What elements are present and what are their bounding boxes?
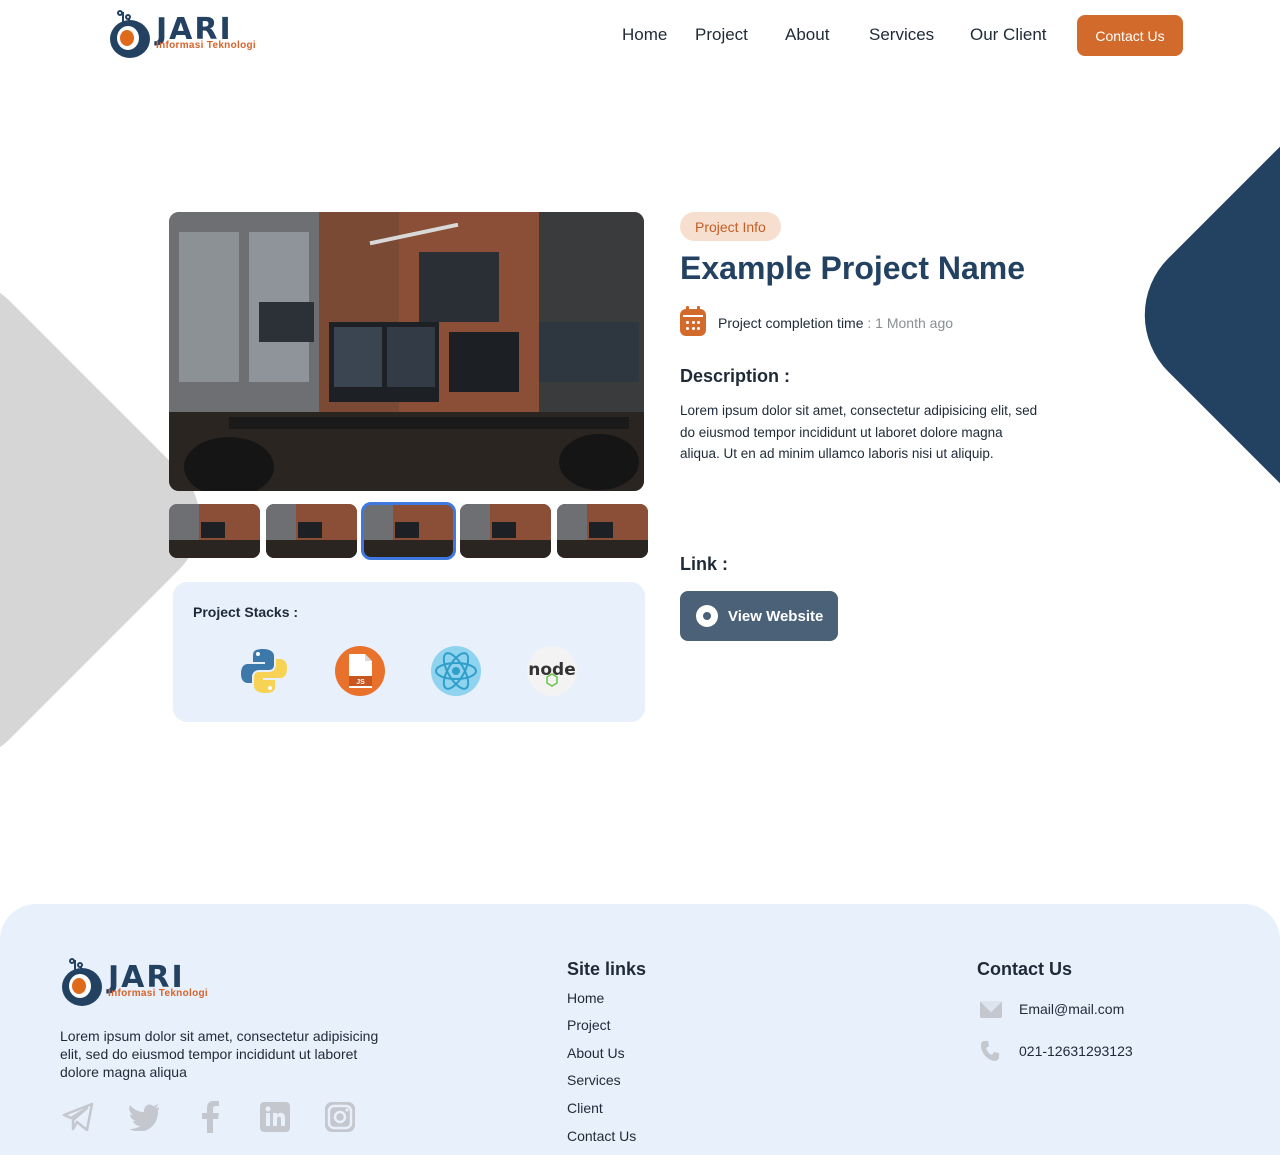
footer-link-about-us[interactable]: About Us <box>567 1045 625 1061</box>
project-thumbnail[interactable] <box>460 504 551 558</box>
footer-logo[interactable]: JARI Informasi Teknologi <box>60 958 208 1006</box>
logo-tagline: Informasi Teknologi <box>156 40 256 51</box>
office-photo <box>169 212 644 491</box>
footer-link-services[interactable]: Services <box>567 1072 621 1088</box>
view-website-label: View Website <box>728 607 824 625</box>
project-thumbnail-selected[interactable] <box>361 502 456 560</box>
nodejs-icon: node <box>527 646 577 696</box>
calendar-icon <box>680 306 706 336</box>
link-heading: Link : <box>680 554 728 574</box>
project-title: Example Project Name <box>680 250 1026 286</box>
svg-text:JS: JS <box>356 679 365 686</box>
project-thumbnail[interactable] <box>557 504 648 558</box>
project-main-image <box>169 212 644 491</box>
eye-icon <box>696 605 718 627</box>
mail-icon <box>980 1001 1002 1018</box>
footer-link-contact-us[interactable]: Contact Us <box>567 1128 636 1144</box>
footer-link-client[interactable]: Client <box>567 1100 603 1116</box>
nav-item-our-client[interactable]: Our Client <box>970 25 1047 45</box>
project-stacks-title: Project Stacks : <box>193 604 299 620</box>
nav-item-services[interactable]: Services <box>869 25 934 45</box>
view-website-button[interactable]: View Website <box>680 591 838 641</box>
javascript-file-icon: JS <box>335 646 385 696</box>
project-completion-time: Project completion time : 1 Month ago <box>718 315 953 331</box>
instagram-icon[interactable] <box>323 1100 357 1134</box>
logo-mark-icon <box>60 958 104 1006</box>
python-icon <box>239 646 289 696</box>
footer-about-text: Lorem ipsum dolor sit amet, consectetur … <box>60 1028 379 1080</box>
telegram-icon[interactable] <box>61 1100 95 1134</box>
description-heading: Description : <box>680 366 791 386</box>
site-links-heading: Site links <box>567 959 647 979</box>
project-stacks-card: Project Stacks : JS node <box>173 582 645 722</box>
react-icon <box>431 646 481 696</box>
logo-tagline: Informasi Teknologi <box>108 988 208 999</box>
nav-item-about[interactable]: About <box>785 25 829 45</box>
twitter-icon[interactable] <box>127 1100 161 1134</box>
contact-phone[interactable]: 021-12631293123 <box>1019 1043 1133 1059</box>
project-info-badge: Project Info <box>680 212 781 241</box>
footer-link-home[interactable]: Home <box>567 990 604 1006</box>
footer-link-project[interactable]: Project <box>567 1017 611 1033</box>
nav-item-home[interactable]: Home <box>622 25 667 45</box>
logo-mark-icon <box>108 10 152 58</box>
contact-us-button[interactable]: Contact Us <box>1077 15 1183 56</box>
linkedin-icon[interactable] <box>258 1100 292 1134</box>
project-thumbnail[interactable] <box>266 504 357 558</box>
project-thumbnail[interactable] <box>169 504 260 558</box>
site-header: JARI Informasi Teknologi Home Project Ab… <box>0 0 1280 70</box>
contact-email[interactable]: Email@mail.com <box>1019 1001 1124 1017</box>
header-logo[interactable]: JARI Informasi Teknologi <box>108 10 256 58</box>
completion-label: Project completion time <box>718 315 864 331</box>
facebook-icon[interactable] <box>193 1100 227 1134</box>
contact-us-heading: Contact Us <box>977 959 1073 979</box>
completion-value: : 1 Month ago <box>867 315 954 331</box>
phone-icon <box>980 1040 1000 1062</box>
nav-item-project[interactable]: Project <box>695 25 748 45</box>
svg-text:node: node <box>528 660 575 680</box>
project-description: Lorem ipsum dolor sit amet, consectetur … <box>680 403 1038 461</box>
decorative-navy-shape <box>1111 81 1280 549</box>
